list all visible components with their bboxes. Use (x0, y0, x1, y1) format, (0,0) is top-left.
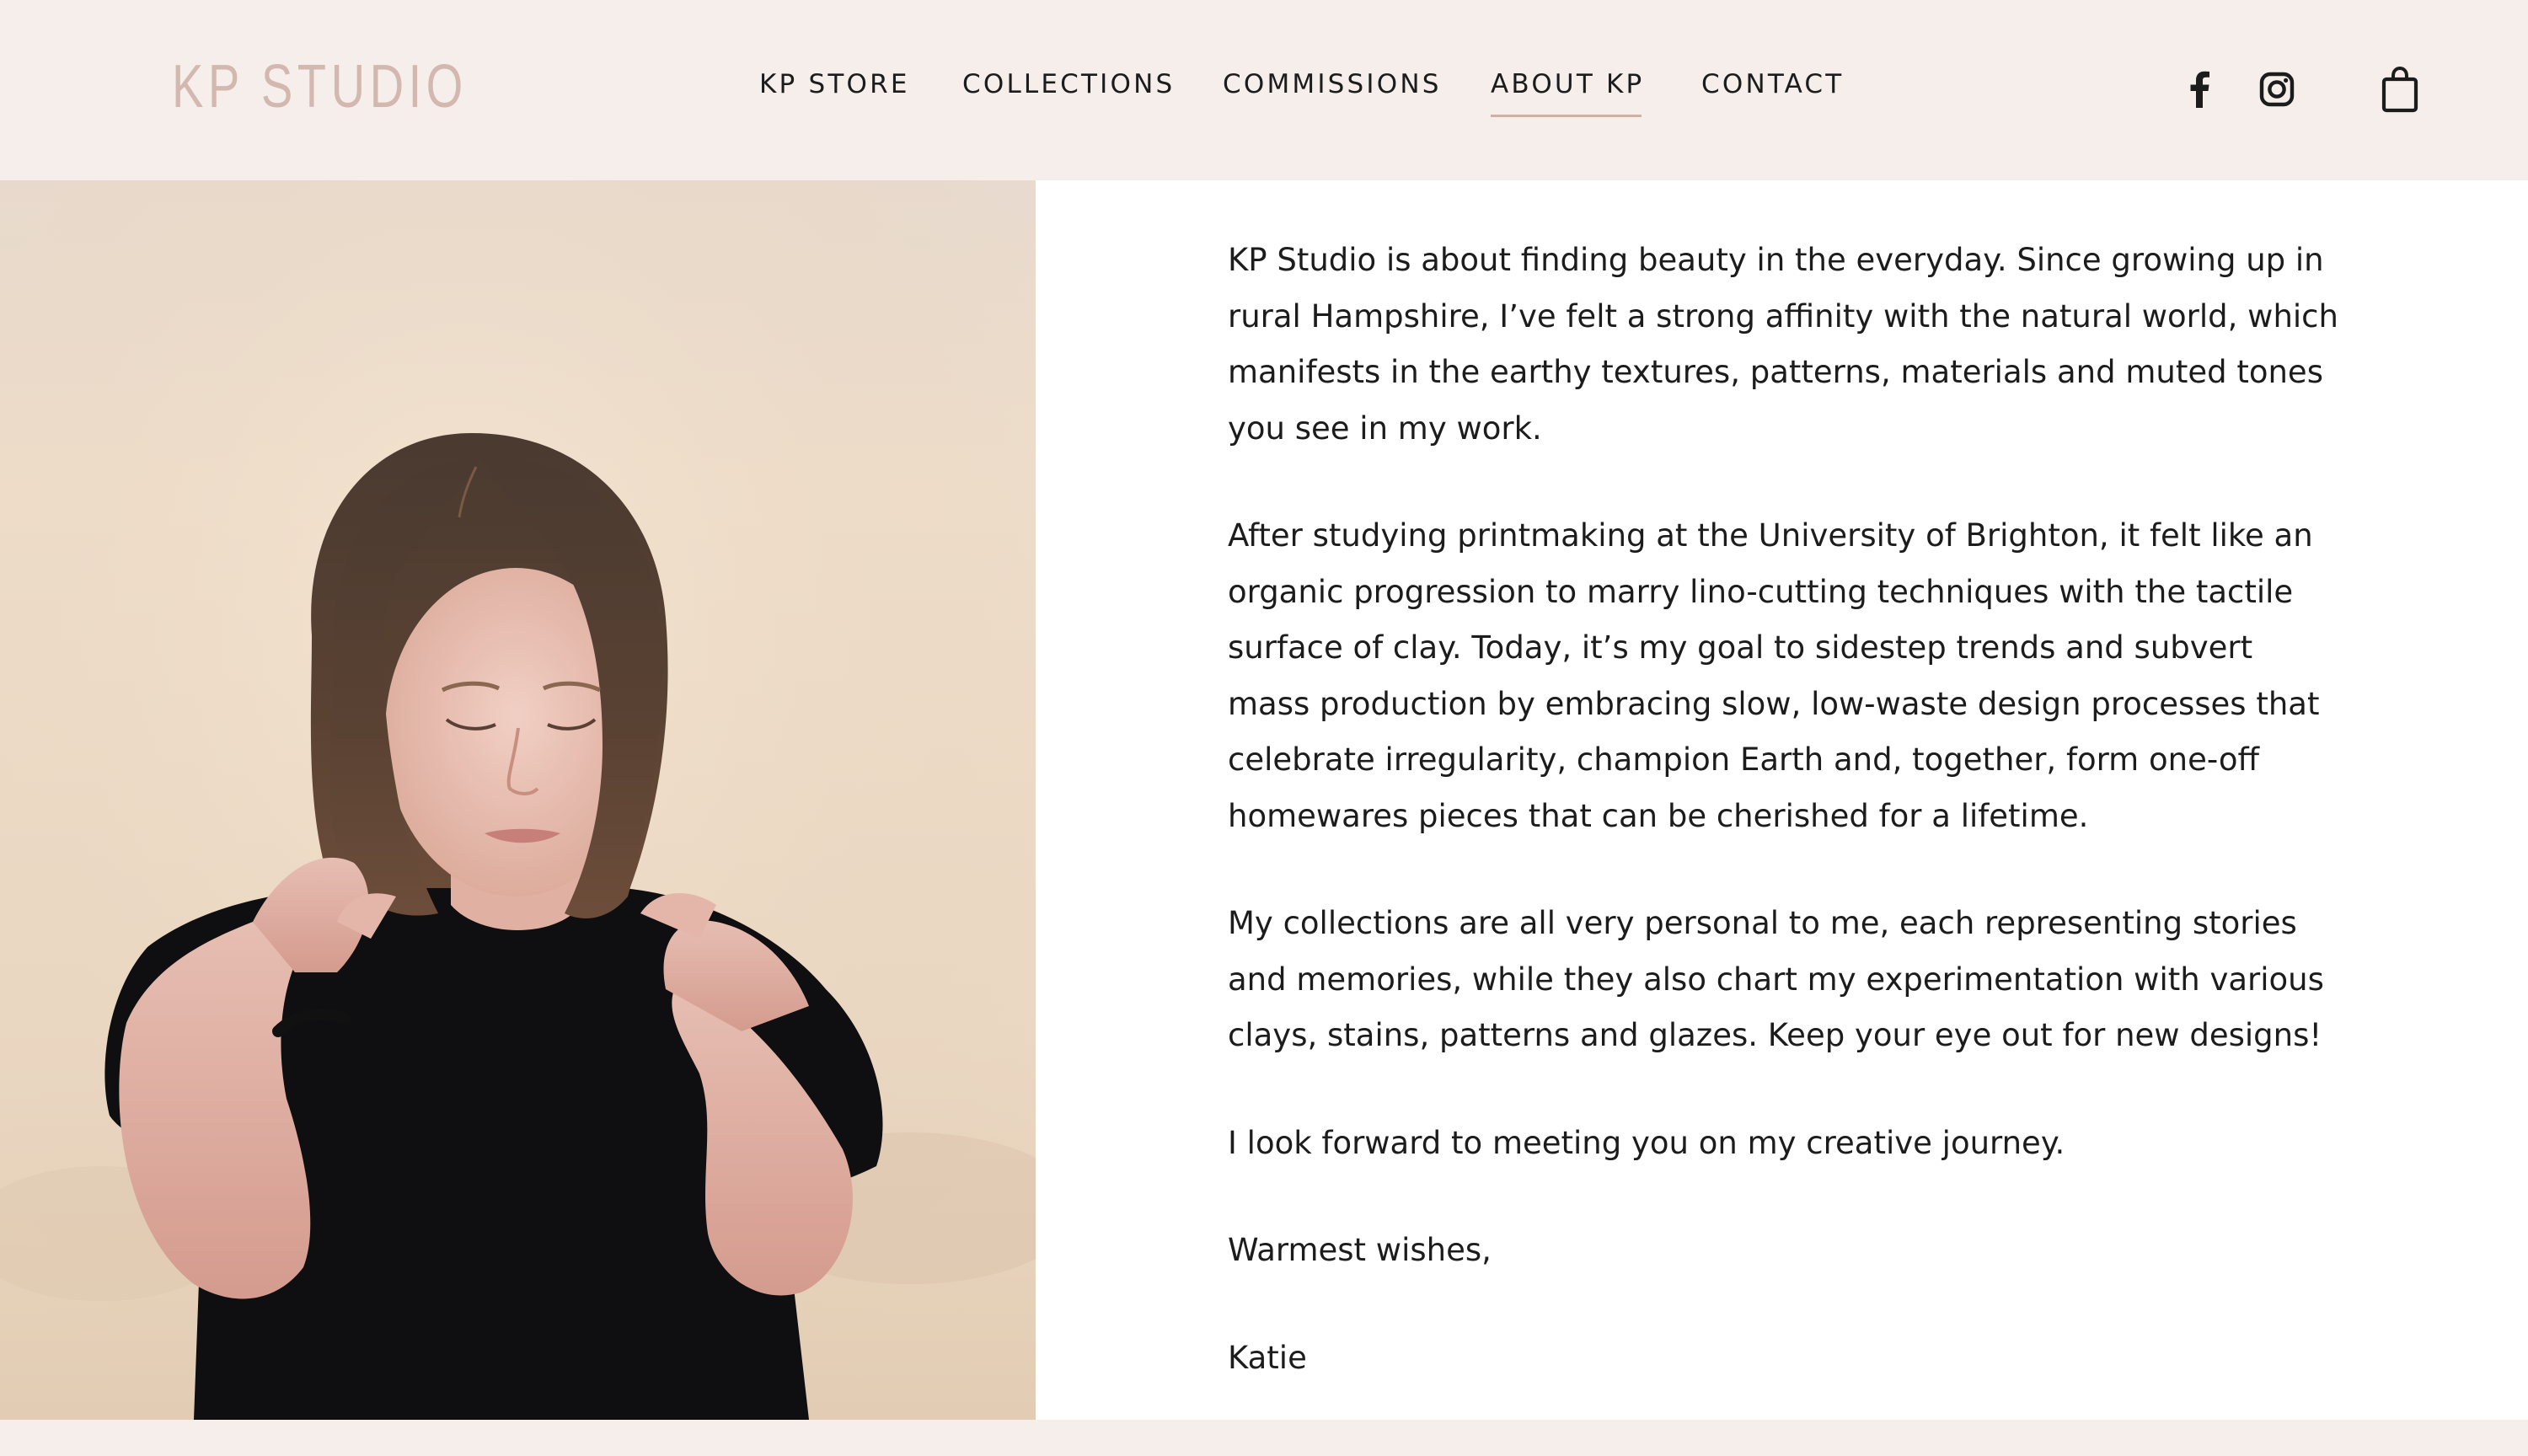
shopping-bag-icon[interactable] (2378, 64, 2422, 115)
site-logo[interactable]: KP STUDIO (172, 52, 468, 121)
facebook-icon[interactable] (2184, 64, 2215, 115)
about-copy: KP Studio is about finding beauty in the… (1228, 233, 2340, 1437)
nav-item-collections[interactable]: COLLECTIONS (962, 69, 1175, 99)
about-paragraph: My collections are all very personal to … (1228, 905, 2324, 1053)
portrait-photo (0, 180, 1036, 1420)
nav-item-contact[interactable]: CONTACT (1701, 69, 1844, 99)
about-paragraph: I look forward to meeting you on my crea… (1228, 1124, 2065, 1161)
about-text-panel: KP Studio is about finding beauty in the… (1036, 180, 2528, 1420)
about-paragraph: KP Studio is about finding beauty in the… (1228, 242, 2338, 447)
nav-item-about-kp[interactable]: ABOUT KP (1491, 69, 1644, 117)
about-paragraph: After studying printmaking at the Univer… (1228, 517, 2320, 834)
instagram-icon[interactable] (2257, 64, 2297, 115)
sign-off: Warmest wishes, (1228, 1232, 1492, 1268)
footer-strip (0, 1420, 2528, 1456)
signature-name: Katie (1228, 1339, 1307, 1376)
nav-item-commissions[interactable]: COMMISSIONS (1223, 69, 1442, 99)
nav-item-kp-store[interactable]: KP STORE (759, 69, 910, 99)
site-header: KP STUDIO KP STORE COLLECTIONS COMMISSIO… (0, 0, 2528, 180)
